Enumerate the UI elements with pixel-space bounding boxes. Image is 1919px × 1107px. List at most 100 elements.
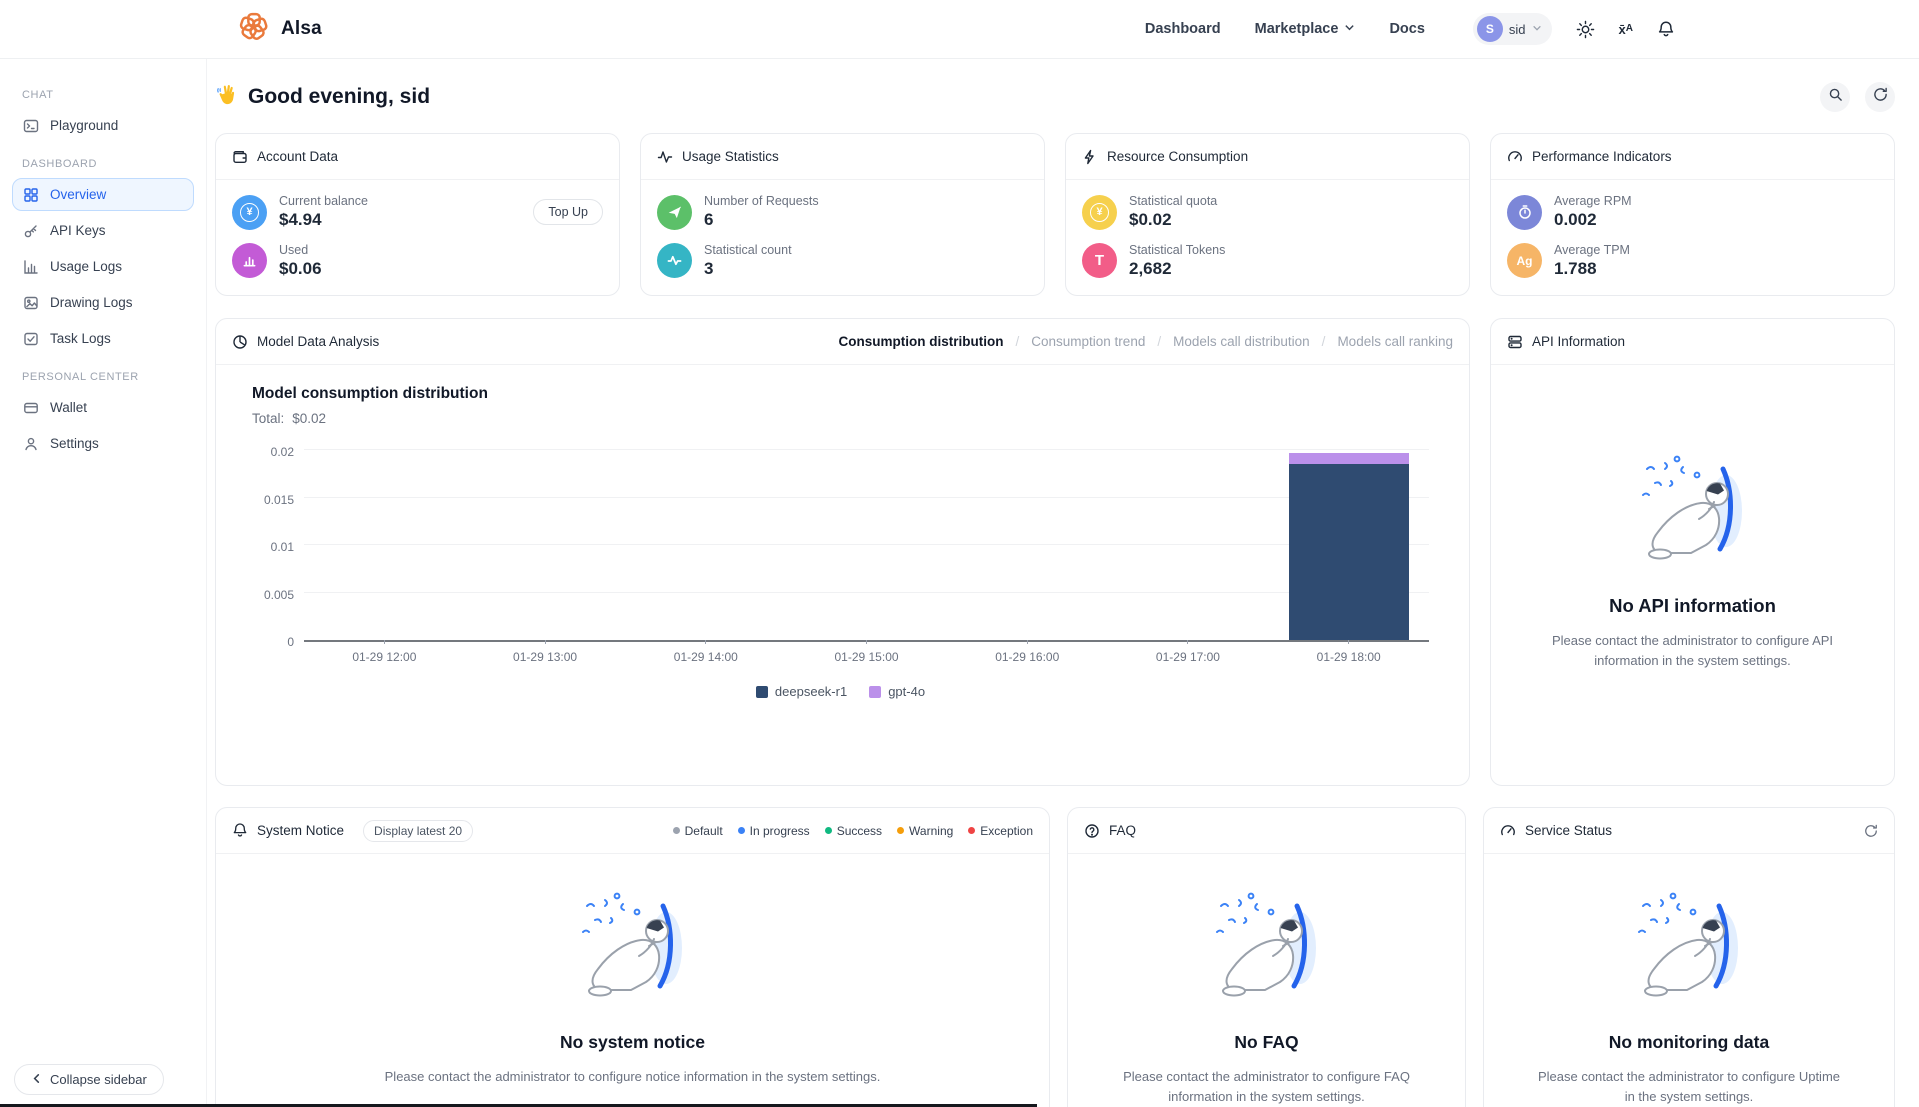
search-button[interactable] [1820, 82, 1850, 112]
user-name: sid [1508, 21, 1526, 37]
sidebar-item-overview[interactable]: Overview [12, 178, 194, 211]
y-tick-label: 0.015 [263, 492, 294, 507]
legend-item-deepseek-r1[interactable]: deepseek-r1 [755, 684, 847, 699]
chart-title: Model consumption distribution [252, 385, 488, 402]
performance-indicators-card: Performance Indicators Average RPM 0.002 [1490, 133, 1895, 296]
gauge-icon [1507, 149, 1523, 165]
server-stack-icon [1507, 334, 1523, 350]
empty-title: No system notice [560, 1032, 705, 1052]
top-bar: Alsa Dashboard Marketplace Docs S sid x̄… [0, 0, 1919, 59]
quota-coin-icon: ¥ [1082, 194, 1117, 230]
image-icon [23, 295, 39, 311]
chevron-down-icon [1532, 20, 1542, 38]
nav-marketplace[interactable]: Marketplace [1255, 21, 1356, 37]
sidebar-item-task-logs[interactable]: Task Logs [12, 322, 194, 355]
chevron-down-icon [1344, 21, 1355, 37]
brand-logo[interactable]: Alsa [237, 10, 322, 48]
tab-consumption-trend[interactable]: Consumption trend [1031, 334, 1145, 349]
empty-title: No API information [1609, 595, 1776, 616]
faq-card: FAQ No FAQ Please contact the administra… [1067, 807, 1466, 1107]
x-tick-label: 01-29 12:00 [352, 650, 417, 664]
stat-current-balance: ¥ Current balance $4.94 Top Up [232, 194, 603, 230]
stopwatch-icon [1507, 194, 1542, 230]
model-data-analysis-card: Model Data Analysis Consumption distribu… [215, 318, 1470, 786]
gridline [304, 496, 1429, 498]
nav-docs[interactable]: Docs [1389, 21, 1424, 37]
service-status-empty-state: No monitoring data Please contact the ad… [1484, 854, 1894, 1107]
x-axis-labels: 01-29 12:00 01-29 13:00 01-29 14:00 01-29 1… [304, 650, 1429, 664]
tab-consumption-distribution[interactable]: Consumption distribution [839, 334, 1004, 349]
x-tick-label: 01-29 18:00 [1316, 650, 1381, 664]
user-menu[interactable]: S sid [1472, 13, 1552, 45]
greeting: Good evening, sid [215, 82, 430, 112]
card-title: Account Data [257, 149, 339, 164]
activity-icon [657, 149, 673, 165]
top-nav: Dashboard Marketplace Docs S sid [1145, 13, 1552, 45]
stat-quota: ¥ Statistical quota $0.02 [1082, 194, 1453, 230]
empty-text: Please contact the administrator to conf… [1551, 633, 1834, 669]
sidebar-item-playground[interactable]: Playground [12, 109, 194, 142]
empty-text: Please contact the administrator to conf… [384, 1069, 881, 1084]
language-translate-icon[interactable]: x̄ A [1619, 23, 1633, 36]
gauge-icon [1500, 823, 1516, 839]
card-title: Usage Statistics [682, 149, 779, 164]
person-icon [23, 436, 39, 452]
nav-dashboard[interactable]: Dashboard [1145, 21, 1221, 37]
card-title: Resource Consumption [1107, 149, 1249, 164]
paper-plane-icon [657, 194, 692, 230]
tab-models-call-ranking[interactable]: Models call ranking [1337, 334, 1453, 349]
used-bars-icon [232, 243, 267, 279]
gridline [304, 449, 1429, 450]
sidebar-item-drawing-logs[interactable]: Drawing Logs [12, 286, 194, 319]
section-title-dashboard: DASHBOARD [22, 158, 98, 170]
empty-text: Please contact the administrator to conf… [1123, 1069, 1410, 1105]
terminal-icon [23, 118, 39, 134]
legend-item-gpt-4o[interactable]: gpt-4o [869, 684, 925, 699]
usage-statistics-card: Usage Statistics Number of Requests 6 St… [640, 133, 1045, 296]
sidebar-item-settings[interactable]: Settings [12, 427, 194, 460]
stat-tokens: T Statistical Tokens 2,682 [1082, 243, 1453, 279]
x-tick-label: 01-29 17:00 [1155, 650, 1220, 664]
wallet-card-icon [23, 400, 39, 416]
pie-chart-icon [232, 334, 248, 350]
bell-icon [232, 822, 248, 839]
notice-status-legend: Default In progress Success Warning Exce… [672, 824, 1033, 838]
pulse-icon [657, 243, 692, 279]
bar-segment-deepseek-r1 [1288, 464, 1409, 640]
top-up-button[interactable]: Top Up [533, 199, 603, 226]
notifications-bell-icon[interactable] [1657, 20, 1675, 39]
empty-illustration [1187, 890, 1347, 1010]
collapse-sidebar-button[interactable]: Collapse sidebar [14, 1064, 164, 1095]
stat-requests: Number of Requests 6 [657, 194, 1028, 230]
analysis-tabs: Consumption distribution / Consumption t… [838, 334, 1453, 349]
bar-chart-icon [23, 259, 39, 275]
api-info-empty-state: No API information Please contact the ad… [1491, 365, 1894, 671]
sidebar: CHAT Playground DASHBOARD Overview API K… [0, 59, 207, 1107]
main-content: Good evening, sid Account Data ¥ Current… [207, 59, 1919, 1107]
refresh-icon [1873, 87, 1888, 107]
x-tick-mark [705, 640, 707, 644]
wallet-icon [232, 149, 248, 165]
y-tick-label: 0.02 [270, 445, 294, 459]
x-tick-mark [544, 640, 546, 644]
refresh-icon[interactable] [1864, 824, 1878, 838]
theme-toggle-sun-icon[interactable] [1576, 20, 1595, 39]
x-tick-mark [1026, 640, 1028, 644]
x-tick-label: 01-29 15:00 [834, 650, 899, 664]
sidebar-item-wallet[interactable]: Wallet [12, 391, 194, 424]
bar-segment-gpt-4o [1288, 452, 1409, 465]
x-tick-mark [1187, 640, 1189, 644]
x-tick-label: 01-29 16:00 [995, 650, 1060, 664]
empty-illustration [1609, 890, 1769, 1010]
sidebar-item-api-keys[interactable]: API Keys [12, 214, 194, 247]
system-notice-empty-state: No system notice Please contact the admi… [216, 854, 1049, 1087]
brand-name: Alsa [281, 18, 322, 39]
card-title: API Information [1532, 334, 1626, 349]
card-title: Performance Indicators [1532, 149, 1672, 164]
refresh-button[interactable] [1865, 82, 1895, 112]
sidebar-item-usage-logs[interactable]: Usage Logs [12, 250, 194, 283]
search-icon [1828, 87, 1843, 107]
tab-models-call-distribution[interactable]: Models call distribution [1173, 334, 1310, 349]
y-tick-label: 0.01 [270, 540, 294, 554]
section-title-personal-center: PERSONAL CENTER [22, 371, 139, 383]
